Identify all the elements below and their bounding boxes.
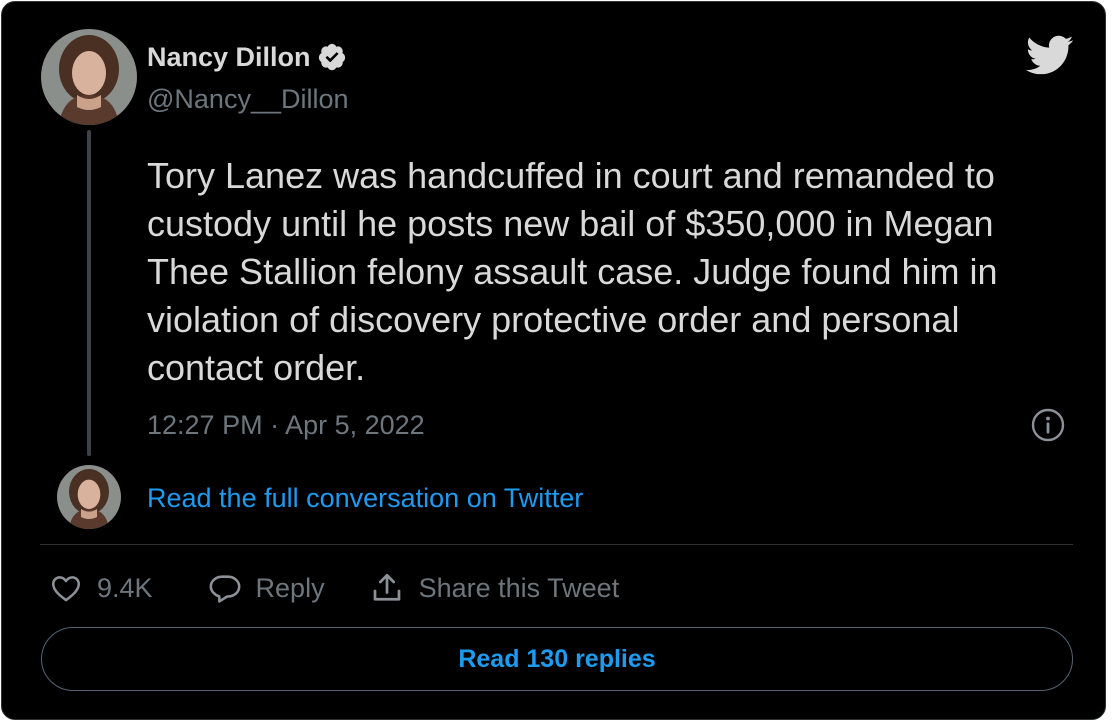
author-name-row: Nancy Dillon — [147, 40, 347, 74]
author-avatar-image — [41, 29, 137, 125]
twitter-bird-icon[interactable] — [1024, 34, 1074, 76]
author-handle[interactable]: @Nancy__Dillon — [147, 82, 349, 116]
conversation-avatar[interactable] — [57, 465, 121, 529]
share-label: Share this Tweet — [418, 572, 620, 603]
author-display-name[interactable]: Nancy Dillon — [147, 40, 311, 74]
like-button[interactable]: 9.4K — [49, 571, 153, 605]
reply-label: Reply — [255, 572, 325, 603]
verified-badge-icon — [318, 43, 345, 71]
reply-button[interactable]: Reply — [208, 571, 325, 605]
conversation-avatar-image — [57, 465, 121, 529]
info-icon[interactable] — [1030, 407, 1066, 443]
like-count: 9.4K — [97, 572, 153, 603]
read-replies-label: Read 130 replies — [458, 644, 656, 673]
share-upload-icon — [373, 573, 400, 601]
read-full-conversation-link[interactable]: Read the full conversation on Twitter — [147, 480, 583, 516]
speech-bubble-icon — [209, 575, 240, 603]
thread-connector-line — [87, 130, 91, 456]
author-avatar[interactable] — [41, 29, 137, 125]
read-replies-button[interactable]: Read 130 replies — [41, 627, 1073, 691]
tweet-embed-card: Nancy Dillon @Nancy__Dillon Tory Lanez w… — [1, 1, 1106, 720]
tweet-actions-bar: 9.4K Reply Share this Tweet — [49, 567, 619, 609]
heart-icon — [51, 576, 81, 602]
divider — [40, 544, 1073, 545]
share-button[interactable]: Share this Tweet — [369, 570, 620, 606]
tweet-text: Tory Lanez was handcuffed in court and r… — [147, 155, 998, 388]
tweet-timestamp[interactable]: 12:27 PM · Apr 5, 2022 — [147, 407, 425, 443]
